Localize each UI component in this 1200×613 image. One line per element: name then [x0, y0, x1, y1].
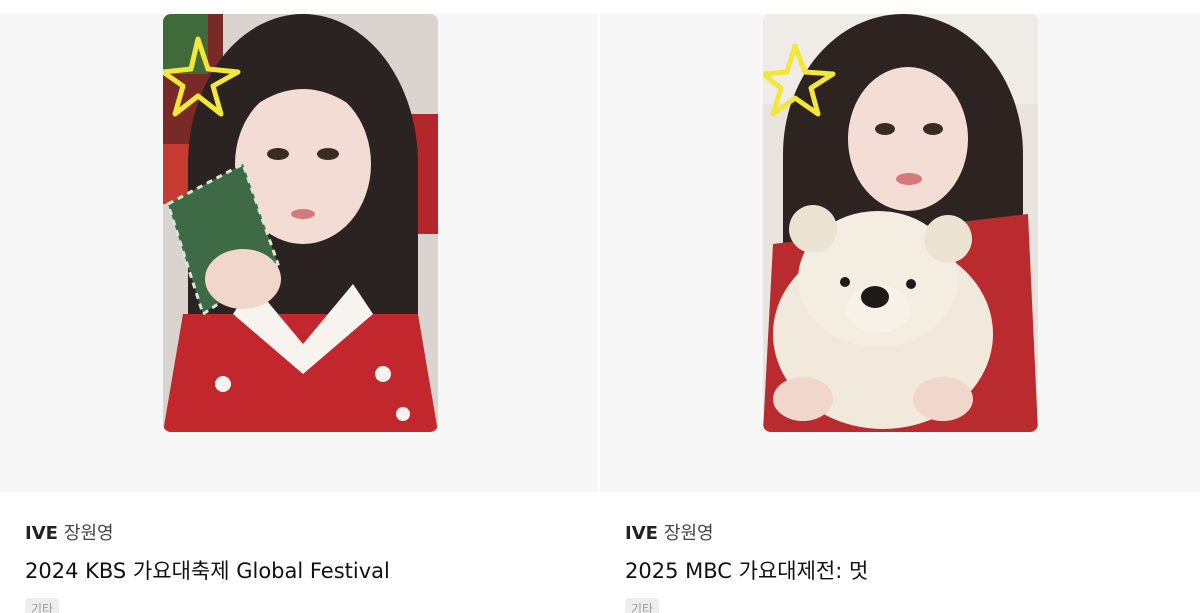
- product-card[interactable]: IVE 장원영 2025 MBC 가요대제전: 멋 기타: [600, 0, 1200, 613]
- product-title[interactable]: 2024 KBS 가요대축제 Global Festival: [25, 556, 590, 586]
- artist-line: IVE 장원영: [25, 520, 590, 548]
- photocard-image[interactable]: [163, 14, 438, 432]
- product-image-area[interactable]: [0, 14, 600, 492]
- artist-group: IVE: [625, 523, 658, 544]
- product-grid: IVE 장원영 2024 KBS 가요대축제 Global Festival 기타: [0, 0, 1200, 613]
- product-info: IVE 장원영 2025 MBC 가요대제전: 멋 기타: [625, 520, 1190, 613]
- category-tag: 기타: [25, 598, 60, 613]
- artist-member: 장원영: [63, 523, 114, 544]
- product-title[interactable]: 2025 MBC 가요대제전: 멋: [625, 556, 1190, 586]
- photocard-image[interactable]: [763, 14, 1038, 432]
- category-tag: 기타: [625, 598, 660, 613]
- artist-group: IVE: [25, 523, 58, 544]
- artist-member: 장원영: [663, 523, 714, 544]
- product-image-area[interactable]: [600, 14, 1200, 492]
- artist-line: IVE 장원영: [625, 520, 1190, 548]
- product-card[interactable]: IVE 장원영 2024 KBS 가요대축제 Global Festival 기타: [0, 0, 600, 613]
- product-info: IVE 장원영 2024 KBS 가요대축제 Global Festival 기타: [25, 520, 590, 613]
